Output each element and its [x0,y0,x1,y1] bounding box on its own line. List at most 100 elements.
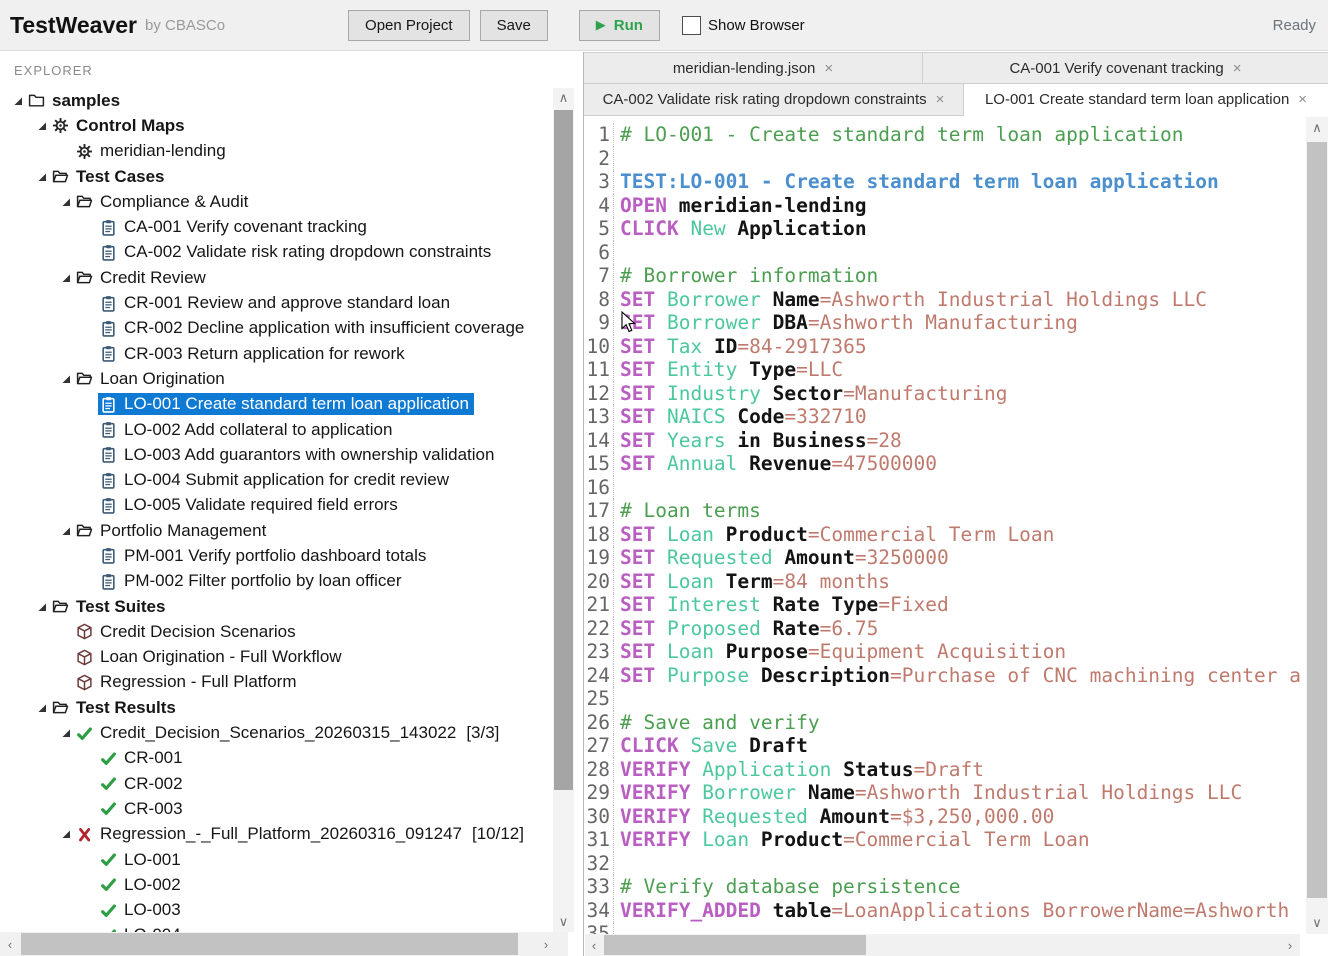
tree-item-body[interactable]: Regression_-_Full_Platform_20260316_0912… [74,823,529,845]
code-line-18[interactable]: 18SET Loan Product=Commercial Term Loan [584,523,1306,547]
tree-item-body[interactable]: PM-002 Filter portfolio by loan officer [98,570,406,592]
tab-meridian-lending-json[interactable]: meridian-lending.json× [584,52,923,84]
tree-expand-arrow[interactable] [10,96,26,106]
tree-expand-arrow[interactable] [58,728,74,738]
tree-item-body[interactable]: Loan Origination - Full Workflow [74,646,347,668]
tab-ca-002-validate-risk-rating-dr[interactable]: CA-002 Validate risk rating dropdown con… [584,84,964,116]
tree-item-body[interactable]: Loan Origination [74,368,230,390]
editor-vscroll-thumb[interactable] [1307,142,1327,898]
open-project-button[interactable]: Open Project [348,10,470,41]
tree-item-body[interactable]: CR-002 Decline application with insuffic… [98,317,529,339]
code-line-8[interactable]: 8SET Borrower Name=Ashworth Industrial H… [584,288,1306,312]
code-line-16[interactable]: 16 [584,476,1306,500]
code-line-20[interactable]: 20SET Loan Term=84 months [584,570,1306,594]
tree-item-body[interactable]: meridian-lending [74,140,231,162]
explorer-hscroll-thumb[interactable] [21,933,518,955]
tree-item-regression-full-platform-20260316-091247[interactable]: Regression_-_Full_Platform_20260316_0912… [0,822,553,847]
tree-item-body[interactable]: Test Results [50,697,181,719]
tree-item-cr-001-review-and-approve-standard-loan[interactable]: CR-001 Review and approve standard loan [0,290,553,315]
tree-item-compliance-audit[interactable]: Compliance & Audit [0,189,553,214]
tree-expand-arrow[interactable] [58,526,74,536]
tree-item-test-results[interactable]: Test Results [0,695,553,720]
tree-item-body[interactable]: Compliance & Audit [74,191,253,213]
tree-expand-arrow[interactable] [34,703,50,713]
tree-item-loan-origination[interactable]: Loan Origination [0,366,553,391]
tree-item-body[interactable]: Regression - Full Platform [74,671,302,693]
tree-item-lo-003[interactable]: LO-003 [0,898,553,923]
tree-item-body[interactable]: CR-003 Return application for rework [98,343,410,365]
tree-item-test-suites[interactable]: Test Suites [0,594,553,619]
tree-item-body[interactable]: Test Cases [50,166,170,188]
tree-item-body[interactable]: CA-002 Validate risk rating dropdown con… [98,241,496,263]
run-button[interactable]: ▶Run [579,10,660,41]
tree-item-body[interactable]: LO-003 Add guarantors with ownership val… [98,444,499,466]
code-line-32[interactable]: 32 [584,852,1306,876]
code-line-19[interactable]: 19SET Requested Amount=3250000 [584,546,1306,570]
tree-item-loan-origination-full-workflow[interactable]: Loan Origination - Full Workflow [0,645,553,670]
scroll-left-icon[interactable]: ‹ [0,932,20,956]
tree-item-credit-review[interactable]: Credit Review [0,265,553,290]
tree-item-lo-001[interactable]: LO-001 [0,847,553,872]
tree-item-body[interactable]: CA-001 Verify covenant tracking [98,216,372,238]
tab-ca-001-verify-covenant-trackin[interactable]: CA-001 Verify covenant tracking× [923,52,1328,84]
tree-item-body[interactable]: PM-001 Verify portfolio dashboard totals [98,545,431,567]
tree-expand-arrow[interactable] [58,273,74,283]
code-line-2[interactable]: 2 [584,147,1306,171]
tree-item-cr-001[interactable]: CR-001 [0,746,553,771]
tree-item-pm-001-verify-portfolio-dashboard-totals[interactable]: PM-001 Verify portfolio dashboard totals [0,543,553,568]
tree-item-body[interactable]: Test Suites [50,596,170,618]
code-line-3[interactable]: 3TEST:LO-001 - Create standard term loan… [584,170,1306,194]
tab-lo-001-create-standard-term-lo[interactable]: LO-001 Create standard term loan applica… [964,84,1328,116]
tree-item-body[interactable]: LO-003 [98,899,186,921]
tree-item-body[interactable]: Credit Review [74,267,211,289]
editor-horizontal-scrollbar[interactable]: ‹ › [585,934,1300,956]
scroll-left-icon[interactable]: ‹ [585,934,603,956]
scroll-up-icon[interactable]: ∧ [1306,117,1328,139]
tree-item-cr-002-decline-application-with-insuffic[interactable]: CR-002 Decline application with insuffic… [0,316,553,341]
scroll-up-icon[interactable]: ∧ [553,88,574,108]
code-editor[interactable]: 1# LO-001 - Create standard term loan ap… [584,117,1306,934]
tree-item-body[interactable]: Control Maps [50,115,190,137]
code-line-33[interactable]: 33# Verify database persistence [584,875,1306,899]
tree-item-lo-004-submit-application-for-credit-rev[interactable]: LO-004 Submit application for credit rev… [0,467,553,492]
close-icon[interactable]: × [824,60,833,77]
code-line-22[interactable]: 22SET Proposed Rate=6.75 [584,617,1306,641]
code-line-10[interactable]: 10SET Tax ID=84-2917365 [584,335,1306,359]
tree-item-pm-002-filter-portfolio-by-loan-officer[interactable]: PM-002 Filter portfolio by loan officer [0,569,553,594]
code-line-27[interactable]: 27CLICK Save Draft [584,734,1306,758]
close-icon[interactable]: × [1233,60,1242,77]
tree-item-credit-decision-scenarios[interactable]: Credit Decision Scenarios [0,619,553,644]
tree-item-body[interactable]: LO-002 [98,874,186,896]
tree-item-body[interactable]: samples [26,90,125,112]
code-line-34[interactable]: 34VERIFY_ADDED table=LoanApplications Bo… [584,899,1306,923]
tree-item-body[interactable]: LO-004 [98,924,186,932]
tree-expand-arrow[interactable] [58,197,74,207]
scroll-right-icon[interactable]: › [1280,934,1300,956]
tree-expand-arrow[interactable] [58,374,74,384]
code-line-1[interactable]: 1# LO-001 - Create standard term loan ap… [584,123,1306,147]
code-line-5[interactable]: 5CLICK New Application [584,217,1306,241]
code-line-25[interactable]: 25 [584,687,1306,711]
tree-item-lo-002[interactable]: LO-002 [0,872,553,897]
code-line-31[interactable]: 31VERIFY Loan Product=Commercial Term Lo… [584,828,1306,852]
tree-item-cr-003-return-application-for-rework[interactable]: CR-003 Return application for rework [0,341,553,366]
code-line-23[interactable]: 23SET Loan Purpose=Equipment Acquisition [584,640,1306,664]
tree-expand-arrow[interactable] [34,172,50,182]
save-button[interactable]: Save [480,10,548,41]
scroll-down-icon[interactable]: ∨ [553,912,574,932]
tree-item-regression-full-platform[interactable]: Regression - Full Platform [0,670,553,695]
tree-item-cr-003[interactable]: CR-003 [0,796,553,821]
tree-item-body[interactable]: CR-001 [98,747,188,769]
code-line-9[interactable]: 9SET Borrower DBA=Ashworth Manufacturing [584,311,1306,335]
tree-item-body[interactable]: Portfolio Management [74,520,271,542]
tree-item-credit-decision-scenarios-20260315-14302[interactable]: Credit_Decision_Scenarios_20260315_14302… [0,720,553,745]
tree-item-body[interactable]: LO-001 [98,849,186,871]
code-line-4[interactable]: 4OPEN meridian-lending [584,194,1306,218]
tree-item-cr-002[interactable]: CR-002 [0,771,553,796]
tree-item-body[interactable]: LO-002 Add collateral to application [98,419,397,441]
code-line-29[interactable]: 29VERIFY Borrower Name=Ashworth Industri… [584,781,1306,805]
tree-item-control-maps[interactable]: Control Maps [0,113,553,138]
tree-item-lo-003-add-guarantors-with-ownership-val[interactable]: LO-003 Add guarantors with ownership val… [0,442,553,467]
code-line-17[interactable]: 17# Loan terms [584,499,1306,523]
tree-item-lo-002-add-collateral-to-application[interactable]: LO-002 Add collateral to application [0,417,553,442]
